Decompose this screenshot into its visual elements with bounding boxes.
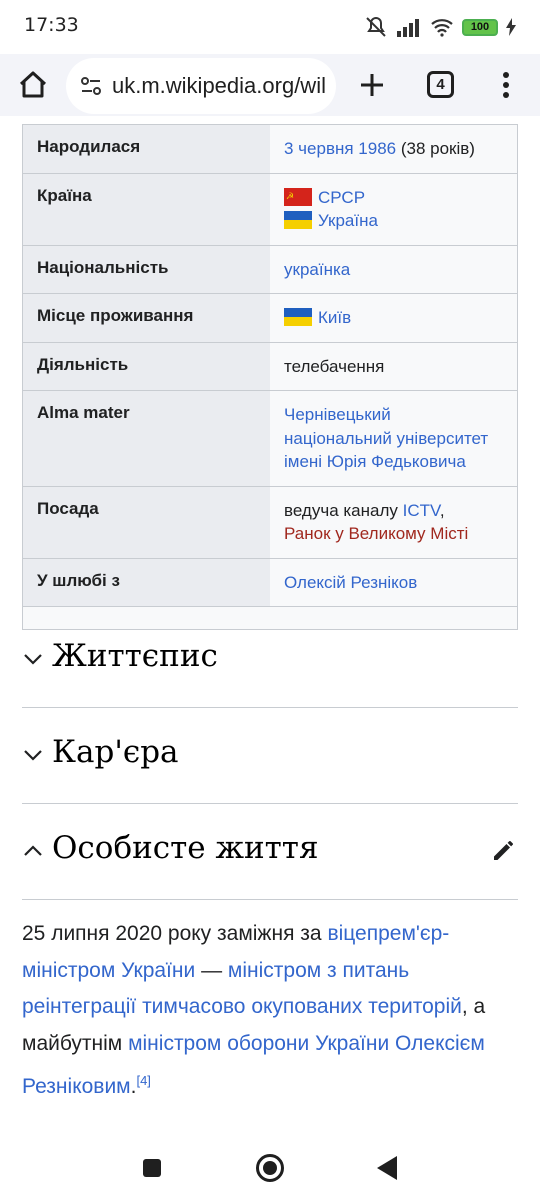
- site-settings-icon[interactable]: [80, 75, 102, 97]
- ukraine-flag-icon: [284, 308, 312, 326]
- status-bar: 17:33 100: [0, 0, 540, 54]
- infobox-row-alma-mater: Alma mater Чернівецький національний уні…: [23, 391, 517, 487]
- infobox-value: Чернівецький національний університет ім…: [270, 391, 517, 486]
- page-content: Народилася 3 червня 1986 (38 років) Краї…: [0, 116, 540, 1130]
- infobox-value: ведуча каналу ICTV, Ранок у Великому Міст…: [270, 486, 517, 558]
- infobox-label: Країна: [23, 173, 270, 245]
- status-icons: 100: [364, 13, 516, 41]
- infobox-label: Діяльність: [23, 342, 270, 390]
- infobox-label: Посада: [23, 486, 270, 558]
- infobox-value: СРСР Україна: [270, 173, 517, 245]
- infobox-value: українка: [270, 245, 517, 293]
- section-title[interactable]: Особисте життя: [52, 830, 319, 866]
- new-tab-icon[interactable]: [352, 65, 392, 105]
- born-age: (38 років): [396, 139, 475, 158]
- country-link-ussr[interactable]: СРСР: [318, 188, 365, 207]
- charging-icon: [506, 18, 516, 36]
- recents-button[interactable]: [143, 1159, 161, 1177]
- battery-indicator: 100: [462, 18, 498, 36]
- status-time: 17:33: [24, 14, 79, 36]
- infobox-row-residence: Місце проживання Київ: [23, 294, 517, 343]
- chevron-down-icon[interactable]: [22, 648, 44, 670]
- infobox-label: Національність: [23, 245, 270, 293]
- position-comma: ,: [439, 500, 445, 520]
- infobox-label: У шлюбі з: [23, 558, 270, 606]
- infobox-value: 3 червня 1986 (38 років): [270, 125, 517, 173]
- signal-icon: [397, 19, 419, 37]
- tab-switcher-icon[interactable]: 4: [427, 71, 454, 98]
- alma-mater-link[interactable]: Чернівецький національний університет ім…: [284, 405, 488, 471]
- home-icon[interactable]: [14, 66, 52, 104]
- infobox: Народилася 3 червня 1986 (38 років) Краї…: [22, 124, 518, 630]
- show-red-link[interactable]: Ранок у Великому Місті: [284, 524, 468, 543]
- nationality-link[interactable]: українка: [284, 260, 350, 279]
- ukraine-flag-icon: [284, 211, 312, 229]
- personal-life-paragraph: 25 липня 2020 року заміжня за віцепрем'є…: [22, 916, 518, 1106]
- overflow-menu-icon[interactable]: [494, 67, 518, 103]
- born-date-link[interactable]: 3 червня 1986: [284, 139, 396, 158]
- reference-link[interactable]: [4]: [136, 1073, 150, 1088]
- position-prefix: ведуча каналу: [284, 500, 403, 520]
- infobox-label: Місце проживання: [23, 294, 270, 342]
- infobox-row-spouse: У шлюбі з Олексій Резніков: [23, 558, 517, 607]
- infobox-row-country: Країна СРСР Україна: [23, 173, 517, 246]
- infobox-row-position: Посада ведуча каналу ICTV, Ранок у Велико…: [23, 486, 517, 559]
- section-career[interactable]: Кар'єра: [22, 708, 518, 804]
- infobox-value: Київ: [270, 294, 517, 342]
- section-title[interactable]: Життєпис: [52, 638, 218, 674]
- section-biography[interactable]: Життєпис: [22, 612, 518, 708]
- infobox-row-born: Народилася 3 червня 1986 (38 років): [23, 125, 517, 174]
- system-nav-bar: [0, 1130, 540, 1200]
- country-link-ukraine[interactable]: Україна: [318, 211, 378, 230]
- chevron-down-icon[interactable]: [22, 744, 44, 766]
- para-text: —: [195, 958, 228, 982]
- channel-link[interactable]: ICTV: [403, 501, 440, 520]
- spouse-link[interactable]: Олексій Резніков: [284, 573, 417, 592]
- infobox-label: Alma mater: [23, 391, 270, 486]
- para-text: 25 липня 2020 року заміжня за: [22, 922, 328, 945]
- infobox-value: телебачення: [270, 342, 517, 390]
- browser-toolbar: uk.m.wikipedia.org/wil 4: [0, 54, 540, 116]
- chevron-up-icon[interactable]: [22, 840, 44, 862]
- mute-icon: [366, 16, 386, 37]
- address-bar[interactable]: uk.m.wikipedia.org/wil: [66, 58, 336, 114]
- edit-pencil-icon[interactable]: [490, 836, 518, 864]
- wifi-icon: [431, 19, 453, 37]
- ussr-flag-icon: [284, 185, 312, 208]
- home-button[interactable]: [256, 1154, 284, 1182]
- back-button[interactable]: [377, 1156, 397, 1180]
- section-title[interactable]: Кар'єра: [52, 734, 179, 770]
- residence-link[interactable]: Київ: [318, 308, 351, 327]
- section-personal-life[interactable]: Особисте життя: [22, 804, 518, 900]
- infobox-label: Народилася: [23, 125, 270, 173]
- url-text[interactable]: uk.m.wikipedia.org/wil: [112, 73, 326, 99]
- infobox-value: Олексій Резніков: [270, 558, 517, 606]
- infobox-row-nationality: Національність українка: [23, 245, 517, 294]
- infobox-row-activity: Діяльність телебачення: [23, 342, 517, 391]
